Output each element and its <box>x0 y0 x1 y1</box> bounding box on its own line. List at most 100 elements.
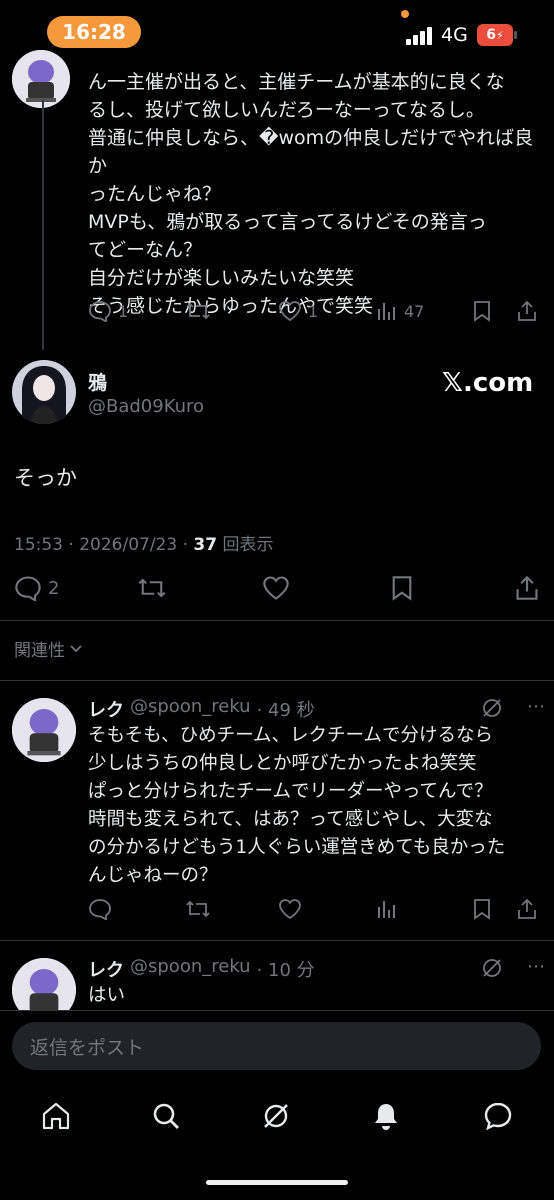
reply-header: レク @spoon_reku · 10 分 <box>88 956 315 982</box>
battery-level: 6 <box>486 27 496 43</box>
like-button[interactable] <box>262 575 290 601</box>
repost-button[interactable] <box>185 898 211 920</box>
divider <box>0 620 554 621</box>
author-name[interactable]: 鴉 <box>88 368 107 395</box>
search-icon[interactable] <box>150 1100 182 1132</box>
reply-line: の分かるけどもう1人ぐらい運営きめても良かった <box>88 837 506 858</box>
more-options-icon[interactable]: ⋯ <box>527 956 545 977</box>
views-count: 47 <box>404 301 425 321</box>
reply-button[interactable] <box>88 898 112 920</box>
post-line: てどーなん？ <box>88 239 203 261</box>
x-brand-logo: 𝕏.com <box>442 368 534 398</box>
reply-author-handle[interactable]: @spoon_reku <box>130 956 251 982</box>
post-line: ったんじゃね？ <box>88 183 222 205</box>
home-icon[interactable] <box>40 1100 72 1132</box>
like-button[interactable] <box>278 898 302 920</box>
view-count: 37 <box>193 535 218 555</box>
chevron-down-icon <box>70 644 82 652</box>
reply-time: · 10 分 <box>256 960 315 981</box>
reply-header: レク @spoon_reku · 49 秒 <box>88 696 315 722</box>
home-indicator <box>206 1180 348 1185</box>
status-time: 16:28 <box>47 16 141 48</box>
grok-icon[interactable] <box>480 956 504 980</box>
thread-connector <box>42 100 44 350</box>
like-button[interactable]: 1 <box>278 300 318 322</box>
share-button[interactable] <box>516 898 538 920</box>
reply-count: 1 <box>118 301 129 321</box>
sort-label: 関連性 <box>14 641 65 661</box>
bookmark-icon <box>392 576 412 601</box>
reply-text: はい <box>88 982 125 1010</box>
network-label: 4G <box>441 24 468 46</box>
reply-count: 2 <box>48 577 60 599</box>
reply-icon <box>89 301 111 322</box>
avatar[interactable] <box>12 360 76 424</box>
repost-button[interactable] <box>137 575 167 601</box>
divider <box>0 940 554 941</box>
heart-icon <box>279 899 301 920</box>
grok-icon[interactable] <box>480 696 504 720</box>
more-options-icon[interactable]: ⋯ <box>527 696 545 717</box>
reply-text: そもそも、ひめチーム、レクチームで分けるなら 少しはうちの仲良しとか呼びたかった… <box>88 722 543 890</box>
bookmark-button[interactable] <box>390 575 414 601</box>
views-icon <box>378 901 395 918</box>
notifications-icon[interactable] <box>370 1100 402 1132</box>
battery-tip <box>514 31 517 39</box>
repost-icon <box>186 302 210 320</box>
reply-time: · 49 秒 <box>256 700 315 721</box>
bookmark-icon <box>474 899 490 920</box>
author-handle[interactable]: @Bad09Kuro <box>88 396 204 417</box>
bookmark-button[interactable] <box>472 898 492 920</box>
reply-input[interactable]: 返信をポスト <box>12 1022 541 1070</box>
share-button[interactable] <box>514 575 540 601</box>
like-count: 1 <box>308 301 319 321</box>
post-timestamp: 15:53 · 2026/07/23 · <box>14 535 194 555</box>
view-suffix: 回表示 <box>217 535 274 555</box>
reply-button[interactable]: 1 <box>88 300 128 322</box>
bookmark-button[interactable] <box>472 300 492 322</box>
main-post-text: そっか <box>14 466 77 490</box>
reply-icon <box>15 576 41 601</box>
messages-icon[interactable] <box>482 1100 514 1132</box>
grok-nav-icon[interactable] <box>260 1100 292 1132</box>
post-line: ん一主催が出ると、主催チームが基本的に良くな <box>88 71 505 93</box>
privacy-indicator <box>401 10 409 18</box>
reply-author-handle[interactable]: @spoon_reku <box>130 696 251 722</box>
repost-button[interactable] <box>185 300 211 322</box>
bookmark-icon <box>474 301 490 322</box>
battery-icon: 6 ⚡ <box>477 24 513 46</box>
post-meta: 15:53 · 2026/07/23 · 37 回表示 <box>14 530 273 555</box>
reply-line: 時間も変えられて、はあ？って感じやし、大変な <box>88 809 493 830</box>
reply-line: そもそも、ひめチーム、レクチームで分けるなら <box>88 725 493 746</box>
post-line: 普通に仲良しなら、�womの仲良しだけでやれば良か <box>88 127 534 177</box>
sort-relevance-dropdown[interactable]: 関連性 <box>14 636 83 661</box>
reply-line: はい <box>88 985 126 1006</box>
share-button[interactable] <box>516 300 538 322</box>
share-icon <box>518 300 536 321</box>
avatar[interactable] <box>12 698 76 762</box>
reply-line: ぱっと分けられたチームでリーダーやってんで？ <box>88 781 493 802</box>
divider <box>0 1010 554 1011</box>
divider <box>0 680 554 681</box>
reply-line: んじゃねーの？ <box>88 865 218 886</box>
share-icon <box>518 898 536 919</box>
views-button[interactable] <box>376 898 398 920</box>
avatar[interactable] <box>12 50 70 108</box>
reply-line: 少しはうちの仲良しとか呼びたかったよね笑笑 <box>88 753 477 774</box>
reply-button[interactable]: 2 <box>14 575 59 601</box>
share-icon <box>516 575 538 600</box>
views-button[interactable]: 47 <box>376 300 424 322</box>
post-line: MVPも、鴉が取るって言ってるけどその発言っ <box>88 211 487 233</box>
heart-icon <box>263 576 289 600</box>
views-icon <box>378 303 395 320</box>
reply-author-name[interactable]: レク <box>88 696 124 722</box>
reply-icon <box>89 899 111 920</box>
post-line: るし、投げて欲しいんだろーなーってなるし。 <box>88 99 485 121</box>
repost-icon <box>138 578 166 598</box>
post-line: 自分だけが楽しいみたいな笑笑 <box>88 267 355 289</box>
heart-icon <box>279 301 301 322</box>
reply-author-name[interactable]: レク <box>88 956 124 982</box>
repost-icon <box>186 900 210 918</box>
signal-icon <box>406 27 434 45</box>
previous-post-text: ん一主催が出ると、主催チームが基本的に良くな るし、投げて欲しいんだろーなーって… <box>88 68 538 320</box>
